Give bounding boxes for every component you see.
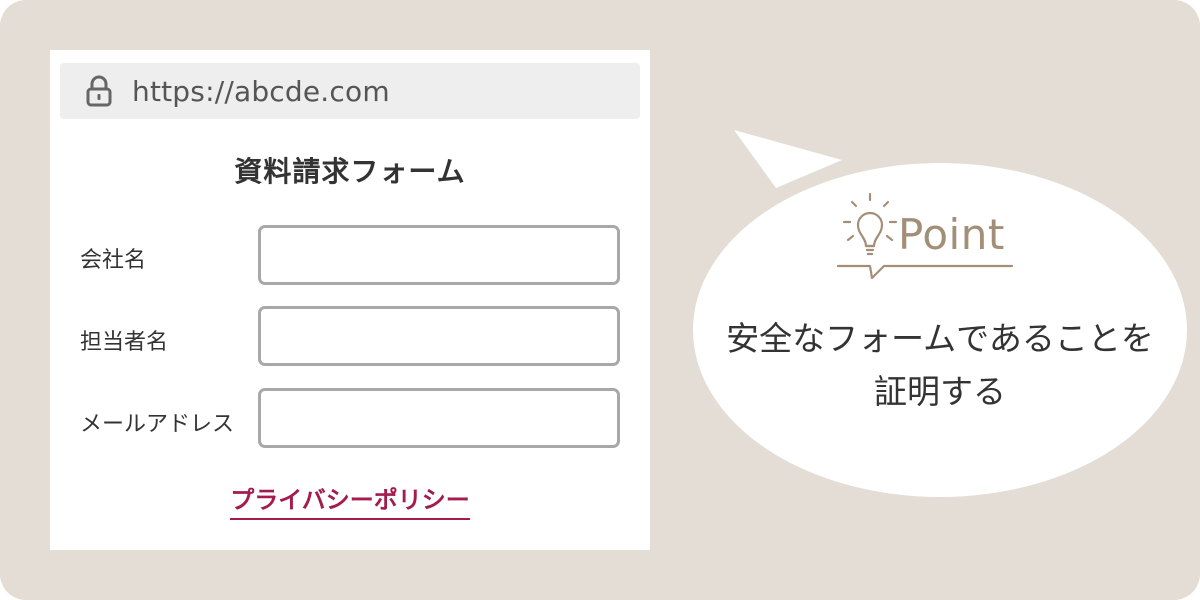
callout-text-line-2: 証明する (874, 372, 1006, 411)
callout-text-line-1: 安全なフォームであることを (726, 319, 1154, 358)
speech-bubble (693, 130, 1187, 497)
point-label: Point (898, 210, 1005, 259)
callout-text: 安全なフォームであることを 証明する (700, 312, 1180, 418)
